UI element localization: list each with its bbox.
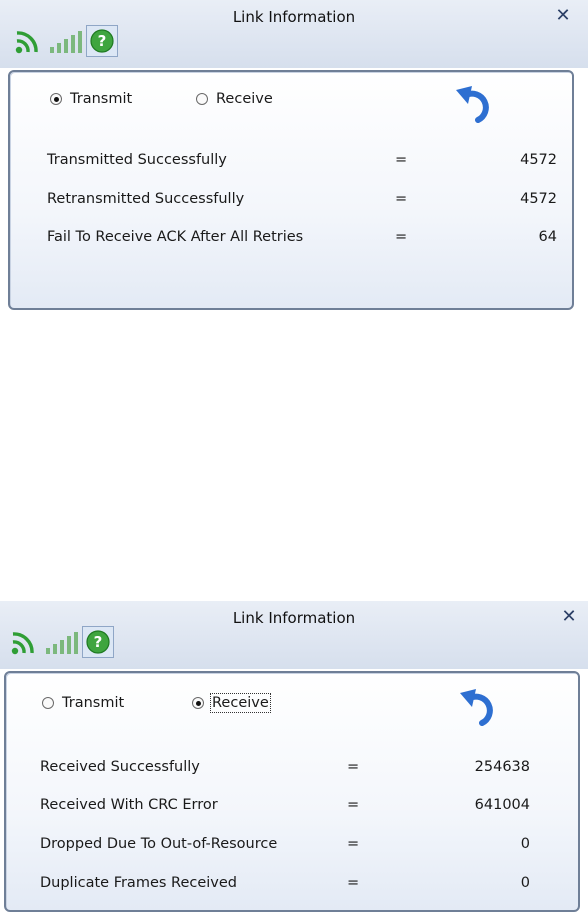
equals-sign: = [395, 191, 408, 207]
receive-radio[interactable]: Receive [192, 693, 271, 713]
stat-value: 0 [520, 875, 530, 891]
undo-refresh-icon[interactable] [458, 687, 498, 727]
radio-button[interactable] [42, 697, 54, 709]
stat-label: Received Successfully [40, 759, 200, 775]
help-icon[interactable]: ? [86, 25, 118, 57]
stat-value: 0 [520, 836, 530, 852]
stat-value: 64 [538, 229, 557, 245]
receive-radio-label: Receive [210, 693, 271, 713]
stat-row: Received Successfully = 254638 [6, 759, 578, 781]
stat-row: Transmitted Successfully = 4572 [10, 152, 572, 174]
transmit-radio[interactable]: Transmit [42, 695, 124, 711]
stat-label: Retransmitted Successfully [47, 191, 245, 207]
transmit-radio[interactable]: Transmit [50, 91, 132, 107]
stat-row: Fail To Receive ACK After All Retries = … [10, 229, 572, 251]
transmit-radio-label: Transmit [62, 695, 125, 711]
link-information-dialog-receive: Link Information ✕ ? Transmit Receive Re… [0, 601, 588, 920]
signal-strength-icon[interactable] [44, 629, 78, 657]
transmit-radio-label: Transmit [70, 91, 133, 107]
help-glyph: ? [94, 633, 103, 651]
close-icon[interactable]: ✕ [552, 5, 574, 27]
help-glyph: ? [98, 32, 107, 50]
stat-row: Dropped Due To Out-of-Resource = 0 [6, 836, 578, 858]
signal-strength-icon[interactable] [48, 28, 82, 56]
receive-radio[interactable]: Receive [196, 91, 273, 107]
stat-label: Fail To Receive ACK After All Retries [47, 229, 304, 245]
dialog-title: Link Information [232, 609, 356, 627]
undo-refresh-icon[interactable] [454, 84, 494, 124]
equals-sign: = [395, 152, 408, 168]
stat-row: Duplicate Frames Received = 0 [6, 875, 578, 897]
stat-value: 641004 [474, 797, 530, 813]
radio-button[interactable] [196, 93, 208, 105]
wifi-signal-icon[interactable] [10, 629, 36, 657]
stat-label: Duplicate Frames Received [40, 875, 238, 891]
equals-sign: = [347, 759, 360, 775]
equals-sign: = [347, 797, 360, 813]
link-info-panel: Transmit Receive Received Successfully =… [4, 671, 580, 912]
receive-radio-label: Receive [216, 91, 273, 107]
equals-sign: = [347, 875, 360, 891]
title-bar: Link Information ✕ ? [0, 0, 588, 68]
radio-button-checked[interactable] [192, 697, 204, 709]
radio-button-checked[interactable] [50, 93, 62, 105]
stat-row: Received With CRC Error = 641004 [6, 797, 578, 819]
stat-label: Transmitted Successfully [47, 152, 227, 168]
link-information-dialog-transmit: Link Information ✕ ? Transmit Receive Tr… [0, 0, 588, 318]
title-bar: Link Information ✕ ? [0, 601, 588, 669]
stat-value: 4572 [520, 191, 557, 207]
stat-label: Dropped Due To Out-of-Resource [40, 836, 278, 852]
help-icon[interactable]: ? [82, 626, 114, 658]
stat-label: Received With CRC Error [40, 797, 218, 813]
stat-value: 4572 [520, 152, 557, 168]
equals-sign: = [347, 836, 360, 852]
stat-row: Retransmitted Successfully = 4572 [10, 191, 572, 213]
close-icon[interactable]: ✕ [558, 606, 580, 628]
equals-sign: = [395, 229, 408, 245]
wifi-signal-icon[interactable] [14, 28, 40, 56]
dialog-title: Link Information [232, 8, 356, 26]
stat-value: 254638 [474, 759, 530, 775]
link-info-panel: Transmit Receive Transmitted Successfull… [8, 70, 574, 310]
